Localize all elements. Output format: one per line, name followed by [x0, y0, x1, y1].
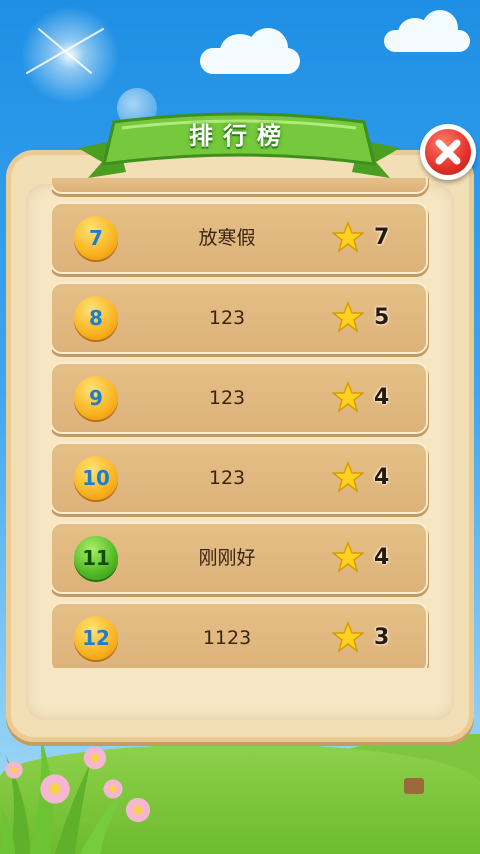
close-button-face — [425, 129, 471, 175]
star-icon — [332, 461, 364, 493]
flower-icon — [82, 745, 108, 771]
rank-badge: 10 — [74, 456, 118, 500]
player-name: 123 — [208, 387, 246, 409]
rank-badge: 12 — [74, 616, 118, 660]
flower-icon — [4, 760, 24, 780]
cloud-icon — [200, 28, 300, 74]
page-title: 排行榜 — [189, 122, 291, 150]
star-icon — [332, 221, 364, 253]
list-item: 9 123 4 — [52, 364, 426, 432]
flower-icon — [102, 778, 124, 800]
player-name: 刚刚好 — [198, 547, 256, 569]
player-score: 4 — [374, 385, 390, 410]
grass-tuft-icon — [0, 734, 130, 854]
list-item: 12 1123 3 — [52, 604, 426, 668]
cloud-icon — [384, 10, 470, 52]
close-icon — [435, 139, 461, 165]
flower-icon — [38, 772, 72, 806]
star-icon — [332, 381, 364, 413]
star-icon — [332, 541, 364, 573]
rank-badge: 7 — [74, 216, 118, 260]
flower-icon — [124, 796, 152, 824]
player-score: 4 — [374, 545, 390, 570]
rank-badge: 11 — [74, 536, 118, 580]
list-item: 8 123 5 — [52, 284, 426, 352]
star-icon — [332, 301, 364, 333]
player-score: 3 — [374, 625, 390, 650]
player-score: 7 — [374, 225, 390, 250]
close-button[interactable] — [420, 124, 476, 180]
player-name: 123 — [208, 307, 246, 329]
star-icon — [332, 621, 364, 653]
player-name: 放寒假 — [198, 227, 256, 249]
rank-badge: 8 — [74, 296, 118, 340]
rank-badge: 9 — [74, 376, 118, 420]
list-item: 7 放寒假 7 — [52, 204, 426, 272]
tree-stump-icon — [404, 778, 424, 794]
player-score: 4 — [374, 465, 390, 490]
list-item: 11 刚刚好 4 — [52, 524, 426, 592]
list-item: 10 123 4 — [52, 444, 426, 512]
leaderboard-list[interactable]: 7 放寒假 7 8 123 5 9 123 4 10 123 4 11 刚刚好 — [52, 178, 430, 668]
player-name: 123 — [208, 467, 246, 489]
player-name: 1123 — [202, 627, 252, 649]
player-score: 5 — [374, 305, 390, 330]
